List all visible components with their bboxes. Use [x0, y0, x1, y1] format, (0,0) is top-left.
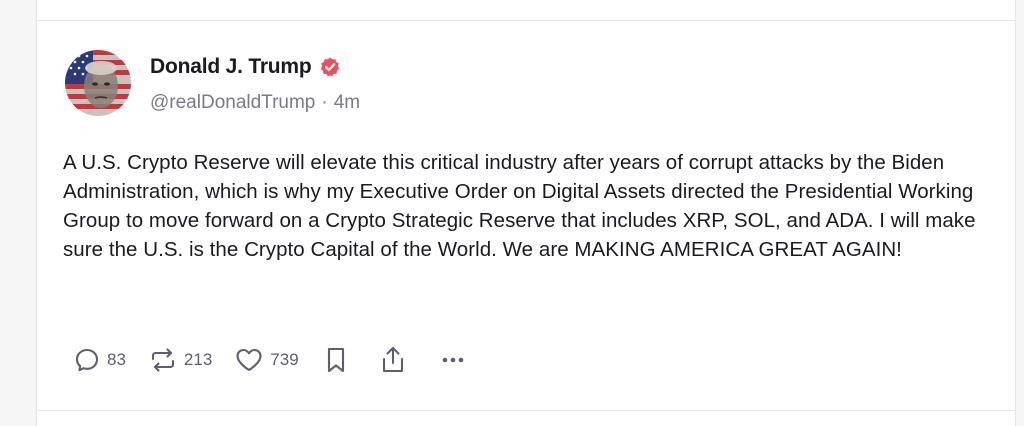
share-button[interactable]	[379, 344, 407, 376]
repost-count: 213	[183, 350, 213, 369]
bookmark-icon	[323, 345, 349, 375]
reply-button[interactable]: 83	[73, 346, 126, 374]
post-text: A U.S. Crypto Reserve will elevate this …	[63, 151, 976, 261]
post-card[interactable]: Donald J. Trump @realDonaldTrump · 4m A …	[37, 21, 1015, 410]
meta-separator: ·	[321, 92, 328, 113]
avatar-image	[65, 50, 131, 116]
feed-column: Donald J. Trump @realDonaldTrump · 4m A …	[36, 0, 1016, 426]
more-icon	[439, 346, 467, 374]
post-timestamp[interactable]: 4m	[334, 92, 360, 114]
repost-button[interactable]: 213	[148, 346, 212, 374]
author-row: Donald J. Trump	[150, 53, 341, 81]
reply-icon	[73, 346, 101, 374]
like-count: 739	[270, 350, 299, 369]
more-options-button[interactable]	[439, 346, 467, 374]
handle-row: @realDonaldTrump · 4m	[150, 92, 360, 114]
avatar[interactable]	[65, 50, 131, 116]
reply-count: 83	[107, 350, 126, 369]
bookmark-button[interactable]	[323, 345, 349, 375]
post-actions: 83 213 739	[73, 343, 467, 377]
repost-icon	[148, 346, 178, 374]
author-handle[interactable]: @realDonaldTrump	[150, 92, 315, 114]
heart-icon	[234, 346, 264, 374]
share-icon	[379, 344, 407, 376]
verified-badge-icon	[319, 56, 341, 78]
divider	[37, 410, 1015, 411]
display-name[interactable]: Donald J. Trump	[150, 55, 312, 79]
like-button[interactable]: 739	[234, 346, 299, 374]
